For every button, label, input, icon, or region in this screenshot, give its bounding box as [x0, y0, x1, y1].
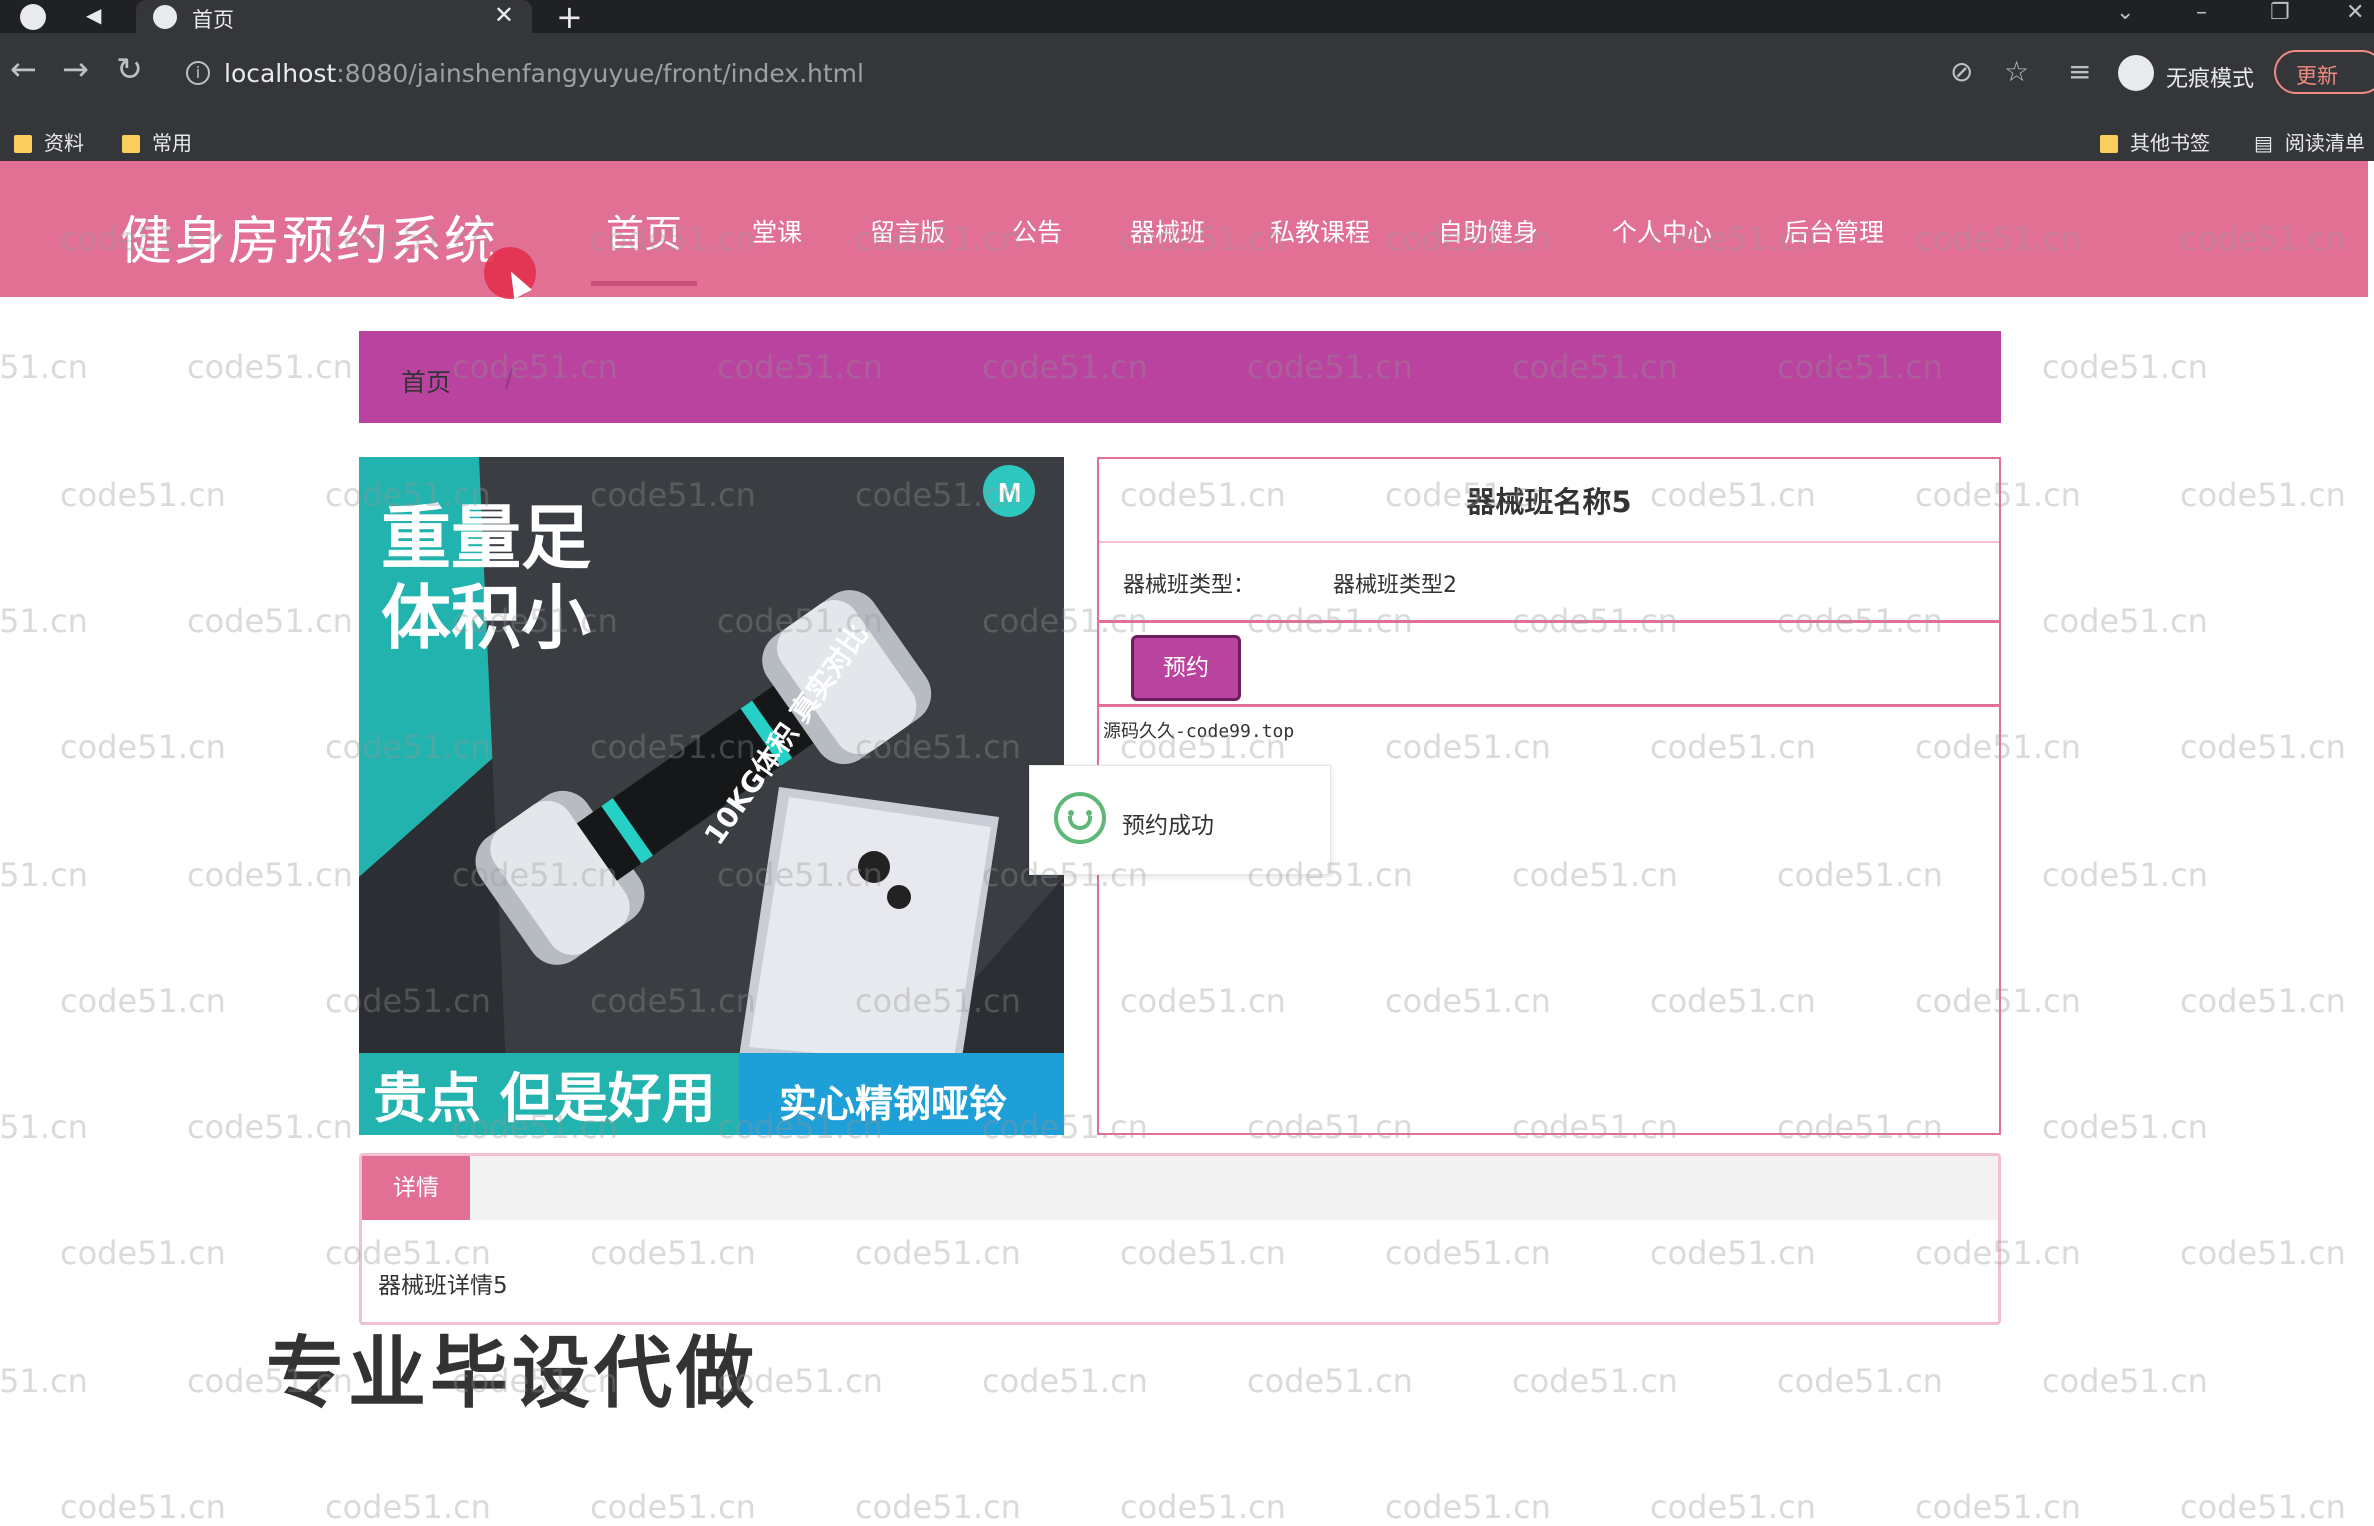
promo-overlay-text: 专业毕设代做: [266, 1329, 759, 1419]
breadcrumb-home[interactable]: 首页: [401, 363, 451, 399]
image-headline-1: 重量足: [381, 497, 591, 579]
source-text: 源码久久-code99.top: [1103, 721, 1295, 742]
nav-active-underline: [591, 281, 697, 286]
update-button[interactable]: 更新: [2274, 50, 2374, 94]
info-icon[interactable]: i: [186, 61, 210, 85]
watermark-text: code51.cn: [590, 1488, 756, 1526]
nav-equipment[interactable]: 器械班: [1130, 213, 1205, 249]
watermark-text: code51.cn: [855, 1488, 1021, 1526]
browser-tab-bar: ◀ 首页 ✕ + ⌄ – ❐ ✕: [0, 0, 2374, 36]
nav-home[interactable]: 首页: [606, 203, 682, 258]
watermark-text: code51.cn: [1650, 1488, 1816, 1526]
reserve-button[interactable]: 预约: [1131, 635, 1241, 701]
brand-logo: M: [998, 477, 1021, 508]
nav-private-course[interactable]: 私教课程: [1270, 213, 1370, 249]
browser-tab[interactable]: 首页 ✕: [136, 0, 532, 33]
image-headline-2: 体积小: [381, 577, 591, 659]
reading-list-icon: ▤: [2254, 131, 2273, 155]
nav-notice[interactable]: 公告: [1012, 213, 1062, 249]
star-icon[interactable]: ☆: [2004, 55, 2029, 88]
nav-admin[interactable]: 后台管理: [1784, 213, 1884, 249]
bookmark-folder[interactable]: 资料: [14, 127, 84, 156]
address-bar: ← → ↻ i localhost:8080/jainshenfangyuyue…: [0, 33, 2374, 119]
product-type-label: 器械班类型：: [1123, 573, 1256, 598]
nav-profile[interactable]: 个人中心: [1612, 213, 1712, 249]
nav-classes[interactable]: 堂课: [752, 213, 802, 249]
eye-off-icon[interactable]: ⊘: [1950, 55, 1973, 88]
folder-icon: [14, 135, 32, 153]
incognito-label: 无痕模式: [2166, 67, 2255, 92]
incognito-icon[interactable]: [2118, 55, 2154, 91]
bookmark-folder[interactable]: 常用: [122, 127, 192, 156]
chevron-down-icon[interactable]: ⌄: [2116, 0, 2134, 25]
watermark-text: code51.cn: [60, 1488, 226, 1526]
bookmark-folder[interactable]: 其他书签: [2100, 127, 2210, 156]
detail-tab-bar: 详情: [362, 1156, 1998, 1220]
site-header: 健身房预约系统 首页 堂课 留言版 公告 器械班 私教课程 自助健身 个人中心 …: [0, 161, 2368, 297]
watermark-text: code51.cn: [2180, 1488, 2346, 1526]
back-icon[interactable]: ←: [10, 53, 37, 85]
product-name: 器械班名称5: [1099, 459, 1999, 543]
toast-message: 预约成功: [1122, 813, 1214, 839]
product-image-art: M 重量足 体积小 10KG体积 真实对比 贵点 但是好用 实心精钢哑铃: [359, 457, 1064, 1135]
tab-detail[interactable]: 详情: [362, 1156, 470, 1220]
watermark-text: code51.cn: [1385, 1488, 1551, 1526]
image-banner-left: 贵点 但是好用: [373, 1067, 716, 1130]
folder-icon: [2100, 135, 2118, 153]
nav-messages[interactable]: 留言版: [870, 213, 945, 249]
forward-icon[interactable]: →: [62, 53, 89, 85]
close-window-icon[interactable]: ✕: [2346, 0, 2364, 25]
watermark-text: code51.cn: [1120, 1488, 1286, 1526]
site-title: 健身房预约系统: [120, 212, 499, 272]
image-banner-right: 实心精钢哑铃: [779, 1082, 1007, 1126]
speaker-icon[interactable]: ◀: [86, 3, 101, 27]
watermark-text: code51.cn: [325, 1488, 491, 1526]
url-field[interactable]: localhost:8080/jainshenfangyuyue/front/i…: [224, 59, 864, 88]
reload-icon[interactable]: ↻: [116, 53, 143, 85]
reading-list[interactable]: ▤ 阅读清单: [2254, 127, 2365, 156]
watermark-text: code51.cn: [1915, 1488, 2081, 1526]
close-icon[interactable]: ✕: [494, 1, 514, 29]
nav-self-fitness[interactable]: 自助健身: [1438, 213, 1538, 249]
breadcrumb-separator: /: [505, 363, 514, 392]
minimize-icon[interactable]: –: [2196, 0, 2207, 25]
breadcrumb: 首页 /: [359, 331, 2001, 423]
success-toast: 预约成功: [1029, 765, 1331, 875]
reading-list-icon[interactable]: ≡: [2068, 55, 2091, 88]
product-image: M 重量足 体积小 10KG体积 真实对比 贵点 但是好用 实心精钢哑铃: [359, 457, 1064, 1135]
page: 健身房预约系统 首页 堂课 留言版 公告 器械班 私教课程 自助健身 个人中心 …: [0, 161, 2374, 1440]
bookmarks-bar: 资料 常用 其他书签 ▤ 阅读清单: [0, 119, 2374, 161]
smile-icon: [1054, 792, 1106, 844]
tab-title: 首页: [192, 8, 234, 32]
product-type-value: 器械班类型2: [1333, 573, 1457, 598]
detail-card: 详情 器械班详情5: [359, 1153, 2001, 1325]
globe-icon[interactable]: [20, 4, 46, 30]
restore-icon[interactable]: ❐: [2270, 0, 2290, 25]
product-action-row: 预约: [1099, 623, 1999, 707]
product-type-row: 器械班类型： 器械班类型2: [1099, 543, 1999, 623]
new-tab-icon[interactable]: +: [556, 0, 583, 36]
folder-icon: [122, 135, 140, 153]
detail-body: 器械班详情5: [378, 1273, 508, 1299]
globe-icon: [153, 5, 177, 29]
